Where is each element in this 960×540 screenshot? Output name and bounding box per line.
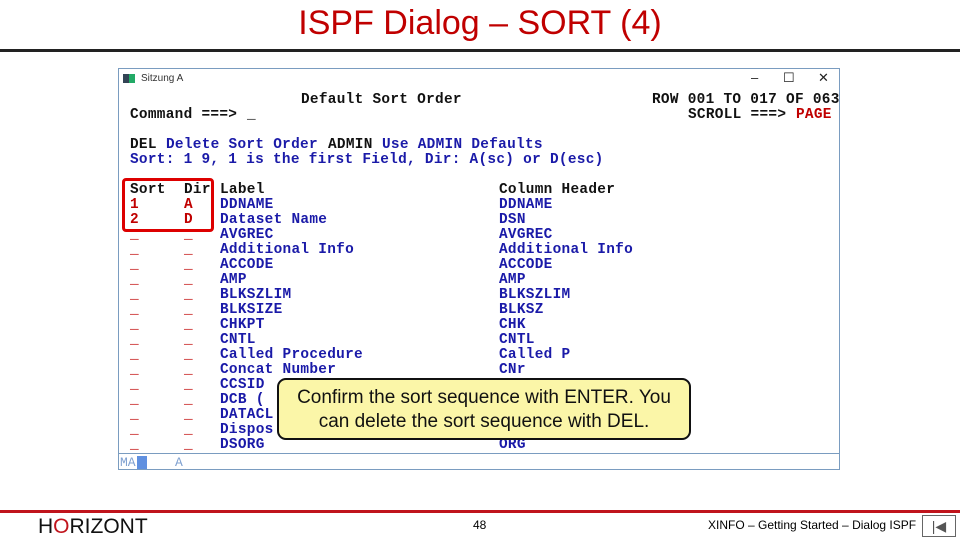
status-left: MA — [120, 455, 136, 470]
row-sort[interactable]: _ — [130, 407, 139, 423]
back-nav-button[interactable]: |◀ — [922, 515, 956, 537]
callout-line-1: Confirm the sort sequence with ENTER. Yo… — [297, 387, 671, 408]
row-label: CHKPT — [220, 317, 265, 333]
window-title: Sitzung A — [141, 73, 184, 84]
sort-dir-highlight — [122, 178, 214, 232]
row-sort[interactable]: _ — [130, 362, 139, 378]
row-label: BLKSZLIM — [220, 287, 292, 303]
row-label: Called Procedure — [220, 347, 363, 363]
row-label: BLKSIZE — [220, 302, 283, 318]
row-sort[interactable]: _ — [130, 242, 139, 258]
header-column: Column Header — [499, 182, 616, 198]
previous-icon: |◀ — [931, 518, 947, 534]
panel-title: Default Sort Order — [301, 92, 462, 108]
row-sort[interactable]: _ — [130, 377, 139, 393]
divider — [0, 49, 960, 52]
cursor — [137, 456, 147, 469]
row-column: Called P — [499, 347, 571, 363]
row-label: DCB ( — [220, 392, 265, 408]
row-column: BLKSZLIM — [499, 287, 571, 303]
row-dir[interactable]: _ — [184, 392, 193, 408]
page-number: 48 — [473, 518, 487, 532]
del-command[interactable]: DEL — [130, 137, 157, 153]
command-label: Command ===> — [130, 107, 238, 123]
row-label: AMP — [220, 272, 247, 288]
status-mid: A — [175, 455, 183, 470]
row-column: Additional Info — [499, 242, 634, 258]
del-description: Delete Sort Order — [166, 137, 318, 153]
row-column: CHK — [499, 317, 526, 333]
row-column: AVGREC — [499, 227, 553, 243]
row-label: ACCODE — [220, 257, 274, 273]
row-sort[interactable]: _ — [130, 347, 139, 363]
row-dir[interactable]: _ — [184, 377, 193, 393]
command-input[interactable]: _ — [247, 107, 256, 123]
row-sort[interactable]: _ — [130, 287, 139, 303]
row-dir[interactable]: _ — [184, 332, 193, 348]
row-label: Dataset Name — [220, 212, 328, 228]
row-dir[interactable]: _ — [184, 407, 193, 423]
admin-command[interactable]: ADMIN — [328, 137, 373, 153]
footer-divider — [0, 510, 960, 513]
row-label: DSORG — [220, 437, 265, 453]
row-sort[interactable]: _ — [130, 332, 139, 348]
row-dir[interactable]: _ — [184, 362, 193, 378]
row-column: DSN — [499, 212, 526, 228]
row-sort[interactable]: _ — [130, 257, 139, 273]
row-sort[interactable]: _ — [130, 302, 139, 318]
row-dir[interactable]: _ — [184, 317, 193, 333]
row-dir[interactable]: _ — [184, 257, 193, 273]
header-label: Label — [220, 182, 265, 198]
close-button[interactable]: ✕ — [818, 70, 829, 86]
row-column: CNr — [499, 362, 526, 378]
row-column: DDNAME — [499, 197, 553, 213]
row-info: ROW 001 TO 017 OF 063 — [652, 92, 840, 108]
row-dir[interactable]: _ — [184, 422, 193, 438]
row-dir[interactable]: _ — [184, 272, 193, 288]
row-label: Concat Number — [220, 362, 337, 378]
row-dir[interactable]: _ — [184, 437, 193, 453]
callout-line-2: can delete the sort sequence with DEL. — [318, 411, 650, 432]
row-column: ACCODE — [499, 257, 553, 273]
row-label: Additional Info — [220, 242, 355, 258]
row-label: AVGREC — [220, 227, 274, 243]
row-label: Dispos — [220, 422, 274, 438]
callout: Confirm the sort sequence with ENTER. Yo… — [277, 378, 691, 440]
sort-hint: Sort: 1 9, 1 is the first Field, Dir: A(… — [130, 152, 604, 168]
row-sort[interactable]: _ — [130, 392, 139, 408]
scroll-input[interactable]: PAGE — [796, 107, 832, 123]
row-dir[interactable]: _ — [184, 242, 193, 258]
row-label: DDNAME — [220, 197, 274, 213]
row-label: DATACL — [220, 407, 274, 423]
row-sort[interactable]: _ — [130, 272, 139, 288]
row-column: BLKSZ — [499, 302, 544, 318]
maximize-button[interactable]: ☐ — [783, 70, 795, 86]
row-sort[interactable]: _ — [130, 317, 139, 333]
row-dir[interactable]: _ — [184, 302, 193, 318]
row-dir[interactable]: _ — [184, 347, 193, 363]
footer-text: XINFO – Getting Started – Dialog ISPF — [708, 518, 917, 532]
row-label: CCSID — [220, 377, 265, 393]
row-label: CNTL — [220, 332, 256, 348]
status-line: MA A — [119, 453, 839, 470]
session-icon — [123, 74, 135, 83]
row-column: CNTL — [499, 332, 535, 348]
minimize-button[interactable]: – — [751, 70, 758, 85]
slide-title: ISPF Dialog – SORT (4) — [298, 4, 662, 42]
title-bar: Sitzung A – ☐ ✕ — [119, 69, 839, 89]
horizont-logo: HORIZONT — [38, 515, 148, 538]
admin-description: Use ADMIN Defaults — [382, 137, 543, 153]
row-sort[interactable]: _ — [130, 437, 139, 453]
scroll-label: SCROLL ===> — [688, 107, 787, 123]
row-column: AMP — [499, 272, 526, 288]
row-sort[interactable]: _ — [130, 422, 139, 438]
row-dir[interactable]: _ — [184, 287, 193, 303]
